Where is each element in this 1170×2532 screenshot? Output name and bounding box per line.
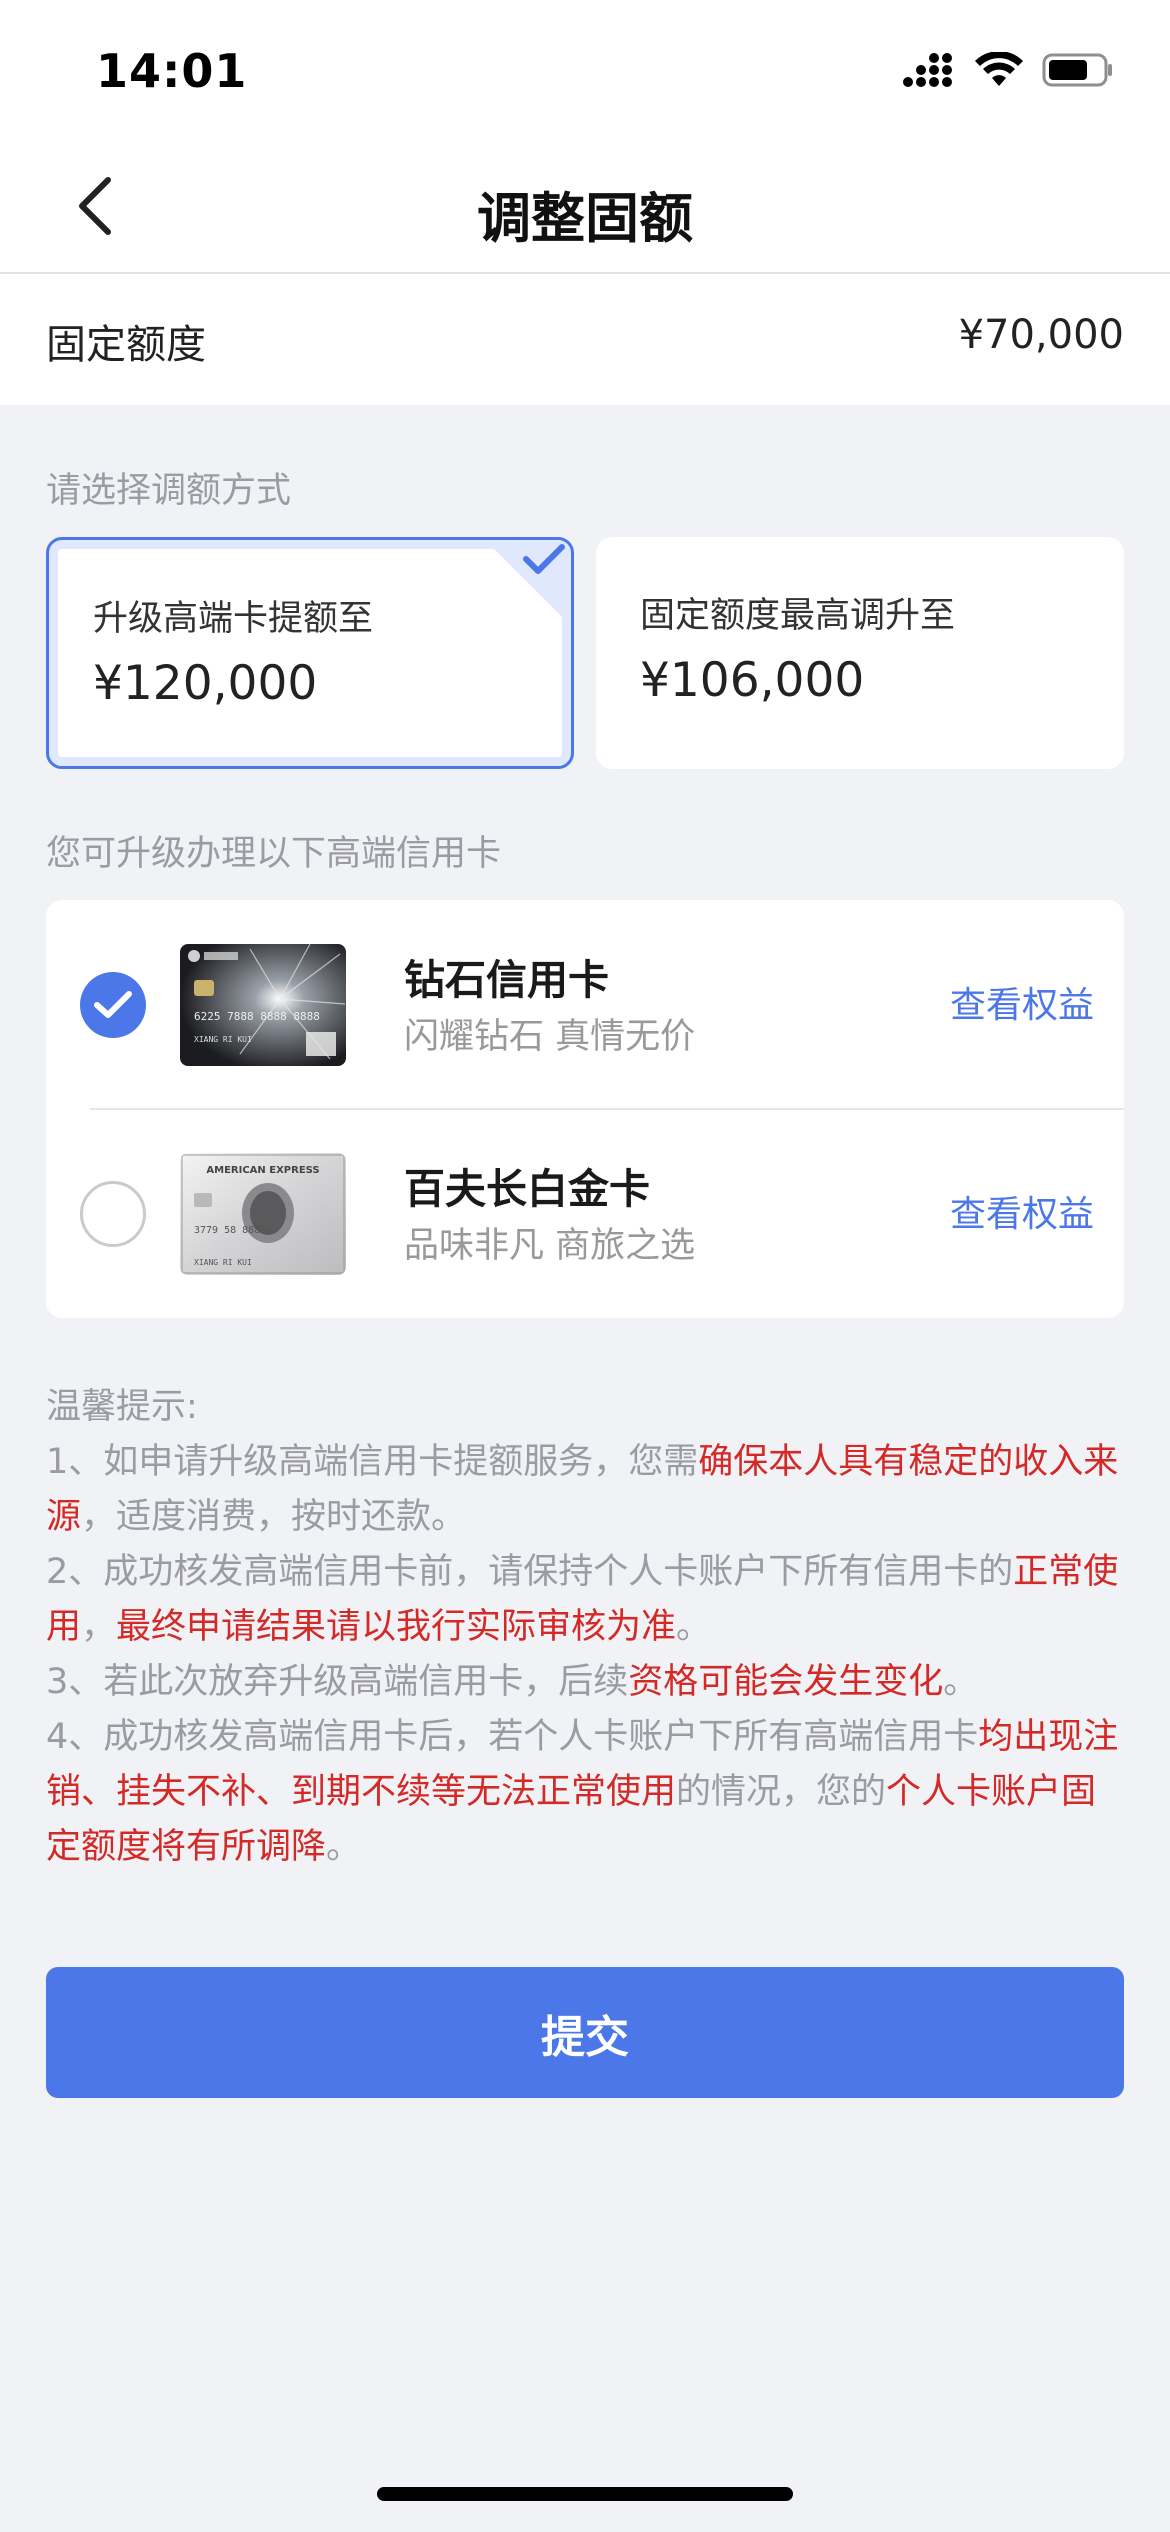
card-list: 6225 7888 8888 8888 XIANG RI KUI 钻石信用卡 闪… (46, 900, 1124, 1318)
card-desc: 闪耀钻石 真情无价 (404, 1017, 696, 1057)
view-benefits-link[interactable]: 查看权益 (950, 976, 1094, 1028)
option-title: 升级高端卡提额至 (93, 599, 374, 639)
page-title: 调整固额 (477, 187, 693, 250)
check-icon (94, 991, 132, 1018)
cellular-signal-icon (903, 53, 952, 87)
list-item-centurion-card[interactable]: AMERICAN EXPRESS 3779 58 88888 XIANG RI … (46, 1109, 1124, 1318)
tip-text: 2、成功核发高端信用卡前，请保持个人卡账户下所有信用卡的 (46, 1552, 1014, 1592)
centurion-card-image: AMERICAN EXPRESS 3779 58 88888 XIANG RI … (180, 1153, 346, 1275)
tip-text: ，适度消费，按时还款。 (81, 1497, 467, 1537)
centurion-card-number: 3779 58 88888 (194, 1225, 272, 1236)
battery-icon (1042, 53, 1112, 87)
tips-title: 温馨提示: (46, 1387, 198, 1427)
fixed-quota-row: 固定额度 ¥70,000 (0, 274, 1170, 405)
view-benefits-link[interactable]: 查看权益 (950, 1185, 1094, 1237)
card-desc: 品味非凡 商旅之选 (404, 1226, 696, 1266)
radio-checked[interactable] (80, 972, 146, 1038)
corner-check-icon (485, 540, 571, 626)
tip-text: ， (81, 1607, 117, 1647)
radio-unchecked[interactable] (80, 1181, 146, 1247)
diamond-card-holder: XIANG RI KUI (194, 1035, 252, 1044)
status-icons (902, 52, 1114, 88)
card-name: 百夫长白金卡 (404, 1165, 650, 1213)
tip-text: 的情况，您的 (676, 1772, 887, 1812)
tip-4: 4、成功核发高端信用卡后，若个人卡账户下所有高端信用卡均出现注销、挂失不补、到期… (46, 1710, 1126, 1875)
option-upgrade-card[interactable]: 升级高端卡提额至 ¥120,000 (46, 537, 574, 769)
submit-button[interactable]: 提交 (46, 1967, 1124, 2098)
diamond-card-image: 6225 7888 8888 8888 XIANG RI KUI (180, 944, 346, 1066)
fixed-quota-value: ¥70,000 (958, 312, 1124, 358)
tip-text: 。 (676, 1607, 712, 1647)
centurion-card-holder: XIANG RI KUI (194, 1258, 252, 1267)
wifi-icon (975, 52, 1023, 86)
tip-1: 1、如申请升级高端信用卡提额服务，您需确保本人具有稳定的收入来源，适度消费，按时… (46, 1435, 1126, 1545)
tip-highlight: 资格可能会发生变化 (628, 1662, 944, 1702)
option-title: 固定额度最高调升至 (640, 596, 956, 636)
option-fixed-quota[interactable]: 固定额度最高调升至 ¥106,000 (596, 537, 1124, 769)
option-amount: ¥106,000 (640, 653, 865, 708)
tips-section: 温馨提示: 1、如申请升级高端信用卡提额服务，您需确保本人具有稳定的收入来源，适… (46, 1380, 1126, 1875)
tip-text: 1、如申请升级高端信用卡提额服务，您需 (46, 1442, 699, 1482)
card-name: 钻石信用卡 (404, 956, 609, 1004)
tip-3: 3、若此次放弃升级高端信用卡，后续资格可能会发生变化。 (46, 1655, 1126, 1710)
list-item-diamond-card[interactable]: 6225 7888 8888 8888 XIANG RI KUI 钻石信用卡 闪… (46, 900, 1124, 1110)
select-method-label: 请选择调额方式 (46, 471, 292, 511)
tip-2: 2、成功核发高端信用卡前，请保持个人卡账户下所有信用卡的正常使用，最终申请结果请… (46, 1545, 1126, 1655)
status-bar: 14:01 (0, 0, 1170, 140)
upgrade-cards-label: 您可升级办理以下高端信用卡 (46, 834, 502, 874)
tip-text: 。 (326, 1827, 362, 1867)
tip-text: 。 (943, 1662, 979, 1702)
option-amount: ¥120,000 (93, 656, 318, 711)
tip-text: 3、若此次放弃升级高端信用卡，后续 (46, 1662, 629, 1702)
tip-highlight: 最终申请结果请以我行实际审核为准 (116, 1607, 677, 1647)
diamond-card-number: 6225 7888 8888 8888 (194, 1010, 320, 1023)
navigation-bar: 调整固额 (0, 140, 1170, 274)
home-indicator (377, 2487, 793, 2501)
status-time: 14:01 (96, 44, 248, 98)
centurion-card-brand: AMERICAN EXPRESS (206, 1165, 319, 1176)
tip-text: 4、成功核发高端信用卡后，若个人卡账户下所有高端信用卡 (46, 1717, 979, 1757)
fixed-quota-label: 固定额度 (46, 322, 206, 368)
